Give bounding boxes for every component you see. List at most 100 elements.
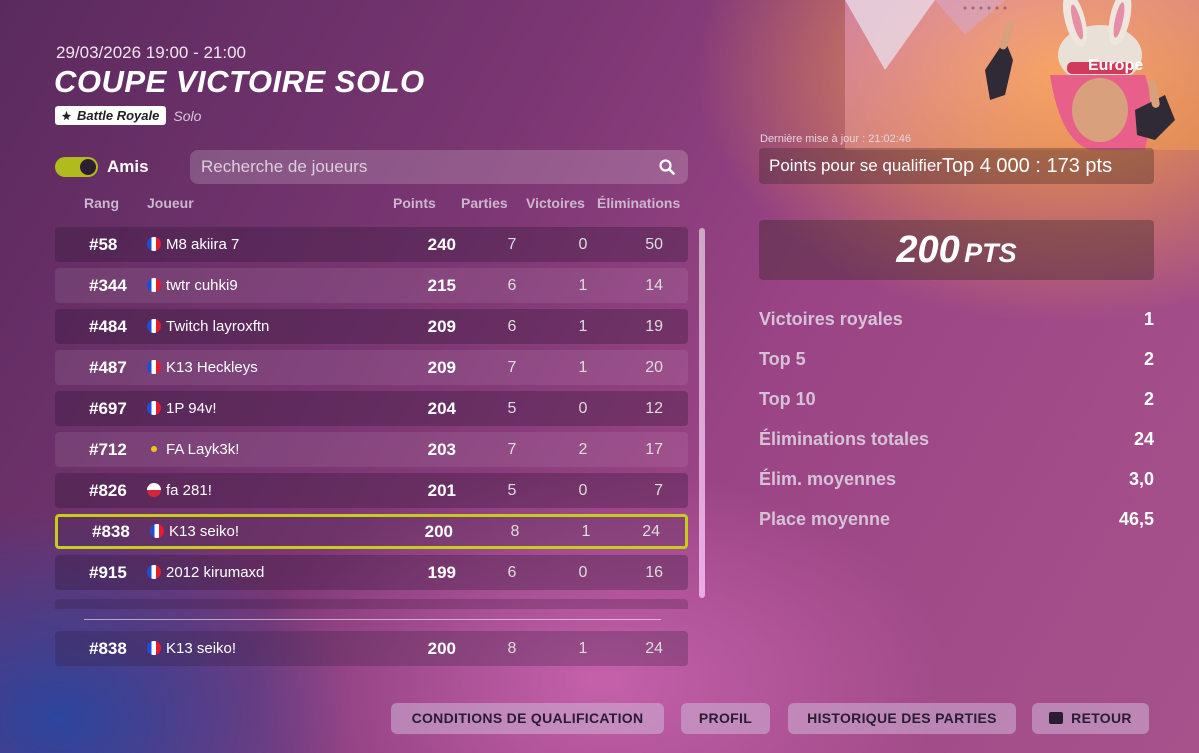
stat-value: 24 xyxy=(1133,429,1154,449)
back-button-label: RETOUR xyxy=(1071,710,1132,726)
flag-fr-icon xyxy=(150,524,164,538)
table-row[interactable]: #484 Twitch layroxftn 209 6 1 19 xyxy=(55,309,688,344)
profile-button[interactable]: PROFIL xyxy=(681,703,770,734)
row-wins: 2 xyxy=(578,441,588,458)
row-rank: #697 xyxy=(89,399,127,418)
table-row[interactable]: #487 K13 Heckleys 209 7 1 20 xyxy=(55,350,688,385)
last-update-text: Dernière mise à jour : 21:02:46 xyxy=(760,133,912,145)
row-rank: #344 xyxy=(89,276,127,295)
table-row-selected[interactable]: #838 K13 seiko! 200 8 1 24 xyxy=(55,514,688,549)
flag-fr-icon xyxy=(147,641,161,655)
row-games: 5 xyxy=(507,482,517,499)
leaderboard-list: #58 M8 akiira 7 240 7 0 50 #344 twtr cuh… xyxy=(55,227,688,608)
col-header-rank: Rang xyxy=(84,195,119,211)
mode-sub: Solo xyxy=(173,107,202,124)
stat-row: Top 5 2 xyxy=(759,349,1154,373)
row-games: 7 xyxy=(507,236,517,253)
row-wins: 1 xyxy=(578,640,588,657)
qualify-label: Points pour se qualifier xyxy=(769,156,942,175)
match-history-button[interactable]: HISTORIQUE DES PARTIES xyxy=(788,703,1016,734)
search-input[interactable] xyxy=(190,150,688,184)
flag-fr-icon xyxy=(147,278,161,292)
row-player-name: 1P 94v! xyxy=(166,400,217,417)
row-games: 8 xyxy=(510,523,520,540)
table-row[interactable]: #712 FA Layk3k! 203 7 2 17 xyxy=(55,432,688,467)
own-rank-row[interactable]: #838 K13 seiko! 200 8 1 24 xyxy=(55,631,688,666)
row-rank: #838 xyxy=(89,639,127,658)
row-player-name: K13 seiko! xyxy=(166,640,237,657)
search-icon[interactable] xyxy=(659,159,675,175)
page-title: COUPE VICTOIRE SOLO xyxy=(54,64,425,99)
row-points: 209 xyxy=(427,358,456,377)
row-elims: 24 xyxy=(645,640,663,657)
row-elims: 12 xyxy=(645,400,663,417)
flag-fr-icon xyxy=(147,237,161,251)
stat-row: Éliminations totales 24 xyxy=(759,429,1154,453)
table-row-partial[interactable] xyxy=(55,599,688,609)
stat-value: 1 xyxy=(1143,309,1154,329)
row-elims: 14 xyxy=(645,277,663,294)
region-label: Europe xyxy=(1088,57,1144,74)
stat-value: 3,0 xyxy=(1128,469,1154,489)
row-rank: #838 xyxy=(92,522,130,541)
row-wins: 0 xyxy=(578,400,588,417)
mode-badge-label: Battle Royale xyxy=(77,108,160,123)
qualify-value: Top 4 000 : 173 pts xyxy=(941,154,1113,177)
row-elims: 16 xyxy=(645,564,663,581)
battle-royale-icon xyxy=(61,110,72,121)
row-games: 6 xyxy=(507,318,517,335)
player-score: 200 PTS xyxy=(759,220,1154,280)
toggle-knob xyxy=(80,159,96,175)
row-elims: 50 xyxy=(645,236,663,253)
stat-label: Victoires royales xyxy=(759,309,903,329)
col-header-elims: Éliminations xyxy=(597,195,681,211)
event-datetime: 29/03/2026 19:00 - 21:00 xyxy=(56,43,246,62)
back-button[interactable]: RETOUR xyxy=(1032,703,1149,734)
stat-value: 2 xyxy=(1143,349,1154,369)
row-player-name: 2012 kirumaxd xyxy=(166,564,265,581)
table-row[interactable]: #58 M8 akiira 7 240 7 0 50 xyxy=(55,227,688,262)
flag-pl-icon xyxy=(147,483,161,497)
row-games: 8 xyxy=(507,640,517,657)
stat-label: Top 10 xyxy=(759,389,816,409)
row-points: 201 xyxy=(427,481,456,500)
friends-toggle[interactable] xyxy=(55,157,98,177)
score-number: 200 xyxy=(896,229,960,271)
col-header-games: Parties xyxy=(461,195,508,211)
row-elims: 24 xyxy=(642,523,660,540)
esc-key-icon xyxy=(1049,712,1064,724)
flag-fr-icon xyxy=(147,565,161,579)
stat-value: 46,5 xyxy=(1118,509,1154,529)
row-points: 204 xyxy=(427,399,456,418)
row-points: 215 xyxy=(427,276,456,295)
row-games: 5 xyxy=(507,400,517,417)
row-rank: #58 xyxy=(89,235,118,254)
row-wins: 1 xyxy=(581,523,591,540)
row-elims: 7 xyxy=(654,482,663,499)
row-rank: #915 xyxy=(89,563,127,582)
character-artwork xyxy=(845,0,1199,150)
row-wins: 1 xyxy=(578,277,588,294)
row-rank: #826 xyxy=(89,481,127,500)
score-unit: PTS xyxy=(964,238,1017,268)
table-row[interactable]: #344 twtr cuhki9 215 6 1 14 xyxy=(55,268,688,303)
table-row[interactable]: #826 fa 281! 201 5 0 7 xyxy=(55,473,688,508)
row-player-name: FA Layk3k! xyxy=(166,441,240,458)
row-rank: #487 xyxy=(89,358,127,377)
row-wins: 0 xyxy=(578,482,588,499)
leaderboard-scrollbar[interactable] xyxy=(699,228,705,598)
player-search xyxy=(190,150,688,184)
divider xyxy=(84,619,661,620)
col-header-player: Joueur xyxy=(147,195,194,211)
table-row[interactable]: #697 1P 94v! 204 5 0 12 xyxy=(55,391,688,426)
qualification-conditions-button[interactable]: CONDITIONS DE QUALIFICATION xyxy=(391,703,664,734)
col-header-points: Points xyxy=(393,195,436,211)
row-games: 7 xyxy=(507,441,517,458)
stat-label: Place moyenne xyxy=(759,509,891,529)
row-games: 6 xyxy=(507,277,517,294)
col-header-wins: Victoires xyxy=(526,195,585,211)
mode-row: Battle Royale Solo xyxy=(55,106,201,125)
flag-fr-icon xyxy=(147,401,161,415)
table-row[interactable]: #915 2012 kirumaxd 199 6 0 16 xyxy=(55,555,688,590)
stat-row: Place moyenne 46,5 xyxy=(759,509,1154,533)
